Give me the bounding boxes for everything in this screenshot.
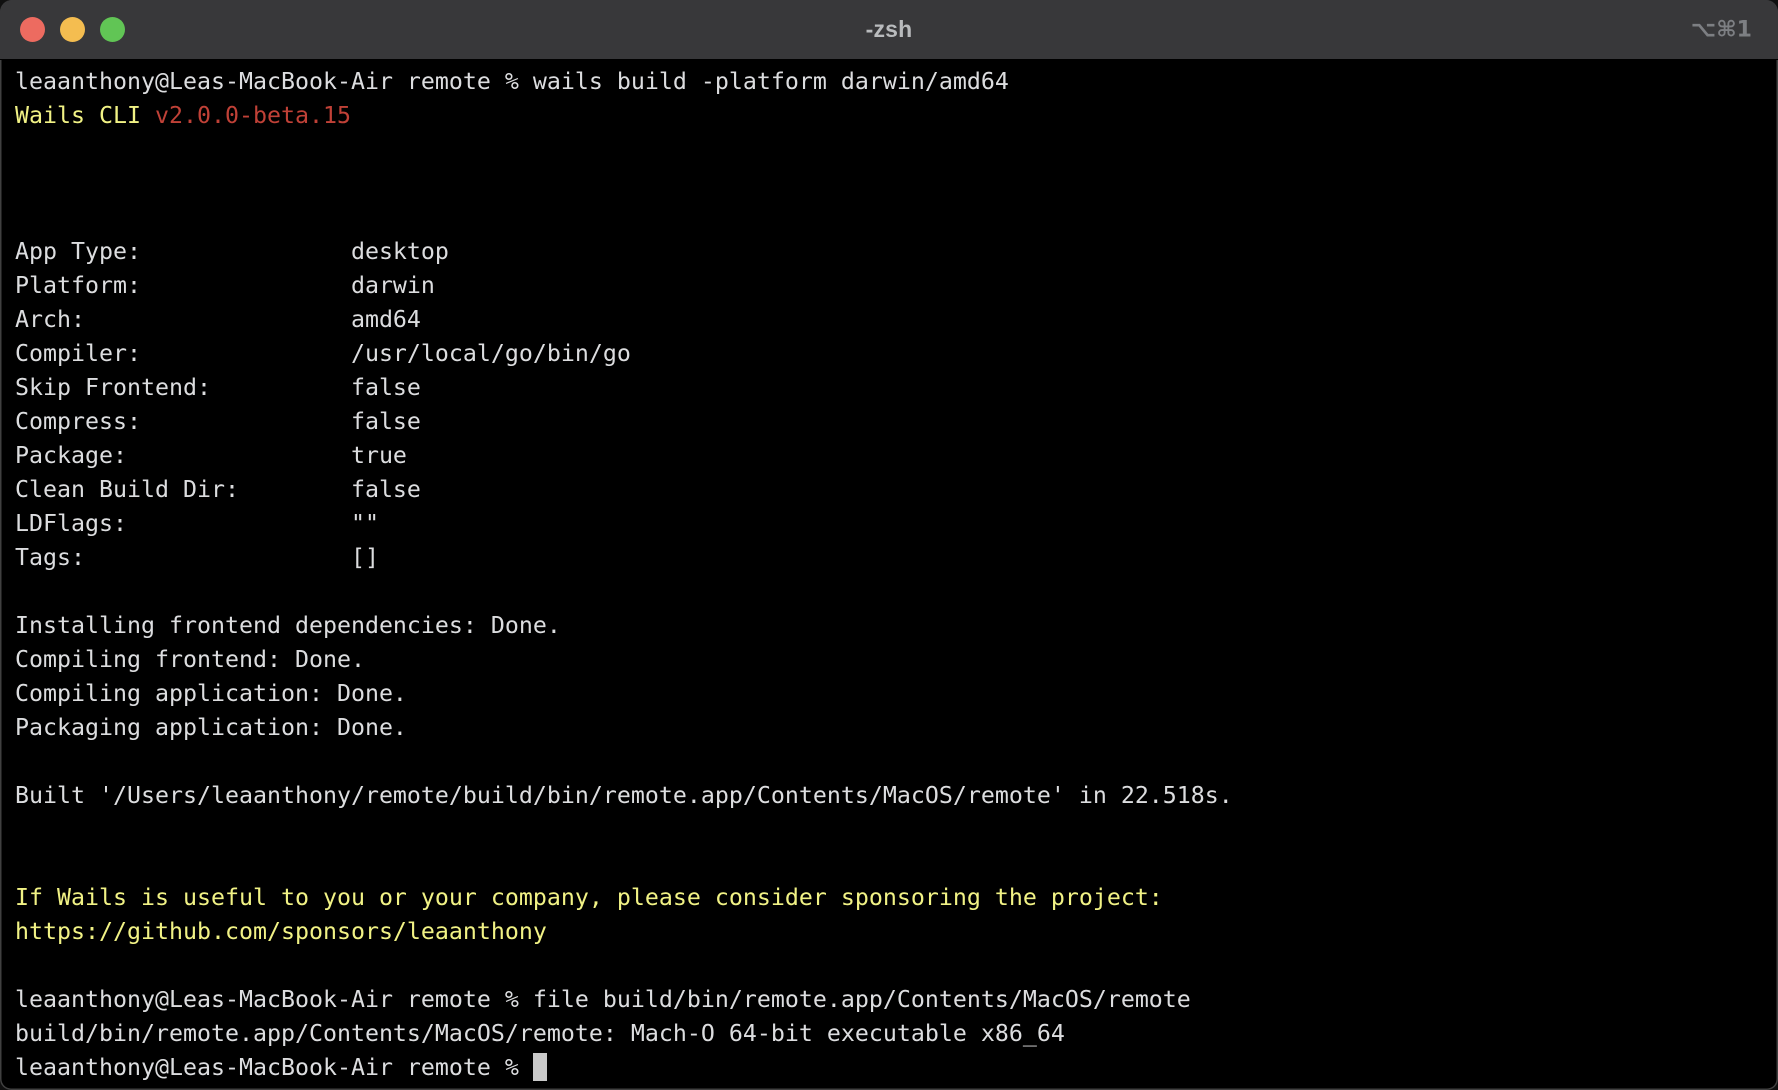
terminal-text-segment: Compiling application: Done. <box>15 680 407 707</box>
terminal-text-segment: leaanthony@Leas-MacBook-Air remote % fil… <box>15 986 1191 1013</box>
terminal-text-segment: Skip Frontend: false <box>15 374 421 401</box>
terminal-text-segment: Wails CLI <box>15 102 155 129</box>
terminal-text-segment: leaanthony@Leas-MacBook-Air remote % wai… <box>15 68 1009 95</box>
terminal-text-segment: Platform: darwin <box>15 272 435 299</box>
terminal-line: Wails CLI v2.0.0-beta.15 <box>15 99 1763 133</box>
terminal-line <box>15 745 1763 779</box>
terminal-line <box>15 813 1763 847</box>
terminal-line: Compiling frontend: Done. <box>15 643 1763 677</box>
terminal-line: Compiler: /usr/local/go/bin/go <box>15 337 1763 371</box>
terminal-line: build/bin/remote.app/Contents/MacOS/remo… <box>15 1017 1763 1051</box>
terminal-text-segment: Packaging application: Done. <box>15 714 407 741</box>
zoom-button[interactable] <box>100 17 125 42</box>
terminal-line: App Type: desktop <box>15 235 1763 269</box>
terminal-text-segment: v2.0.0-beta.15 <box>155 102 351 129</box>
terminal-line <box>15 575 1763 609</box>
terminal-line: Arch: amd64 <box>15 303 1763 337</box>
terminal-text-segment: If Wails is useful to you or your compan… <box>15 884 1163 911</box>
terminal-line: If Wails is useful to you or your compan… <box>15 881 1763 915</box>
terminal-text-segment: https://github.com/sponsors/leaanthony <box>15 918 547 945</box>
terminal-line: Compiling application: Done. <box>15 677 1763 711</box>
terminal-text-segment: build/bin/remote.app/Contents/MacOS/remo… <box>15 1020 1065 1047</box>
terminal-text-segment: Arch: amd64 <box>15 306 421 333</box>
terminal-line: Packaging application: Done. <box>15 711 1763 745</box>
terminal-text-segment: App Type: desktop <box>15 238 449 265</box>
terminal-text-segment: Compiling frontend: Done. <box>15 646 365 673</box>
terminal-text-segment: Built '/Users/leaanthony/remote/build/bi… <box>15 782 1233 809</box>
terminal-text-segment: Clean Build Dir: false <box>15 476 421 503</box>
traffic-lights <box>20 0 125 59</box>
titlebar[interactable]: -zsh ⌥⌘1 <box>0 0 1778 60</box>
terminal-line: Package: true <box>15 439 1763 473</box>
terminal-line: leaanthony@Leas-MacBook-Air remote % fil… <box>15 983 1763 1017</box>
terminal-line: Tags: [] <box>15 541 1763 575</box>
terminal-text-segment: Compress: false <box>15 408 421 435</box>
terminal-line <box>15 847 1763 881</box>
terminal-window: -zsh ⌥⌘1 leaanthony@Leas-MacBook-Air rem… <box>0 0 1778 1090</box>
terminal-text-segment: Installing frontend dependencies: Done. <box>15 612 561 639</box>
terminal-line <box>15 133 1763 167</box>
terminal-line: Platform: darwin <box>15 269 1763 303</box>
terminal-line: leaanthony@Leas-MacBook-Air remote % wai… <box>15 65 1763 99</box>
terminal-line: Skip Frontend: false <box>15 371 1763 405</box>
terminal-line: Compress: false <box>15 405 1763 439</box>
terminal-text-segment: Package: true <box>15 442 407 469</box>
close-button[interactable] <box>20 17 45 42</box>
text-cursor <box>533 1053 547 1081</box>
minimize-button[interactable] <box>60 17 85 42</box>
terminal-line <box>15 167 1763 201</box>
terminal-text-segment: Tags: [] <box>15 544 379 571</box>
terminal-text-segment: Compiler: /usr/local/go/bin/go <box>15 340 631 367</box>
terminal-line: https://github.com/sponsors/leaanthony <box>15 915 1763 949</box>
terminal-line: Installing frontend dependencies: Done. <box>15 609 1763 643</box>
terminal-line: Clean Build Dir: false <box>15 473 1763 507</box>
window-shortcut-badge: ⌥⌘1 <box>1691 17 1752 42</box>
window-title: -zsh <box>866 16 913 43</box>
terminal-line: Built '/Users/leaanthony/remote/build/bi… <box>15 779 1763 813</box>
terminal-line <box>15 201 1763 235</box>
terminal-line: leaanthony@Leas-MacBook-Air remote % <box>15 1051 1763 1085</box>
terminal-line: LDFlags: "" <box>15 507 1763 541</box>
terminal-text-segment: LDFlags: "" <box>15 510 379 537</box>
terminal-text-segment: leaanthony@Leas-MacBook-Air remote % <box>15 1054 533 1081</box>
terminal-line <box>15 949 1763 983</box>
terminal-output[interactable]: leaanthony@Leas-MacBook-Air remote % wai… <box>0 60 1778 1085</box>
